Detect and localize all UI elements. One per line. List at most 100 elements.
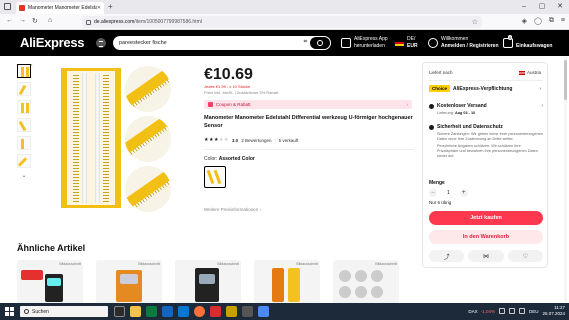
excel-icon[interactable] (146, 306, 157, 317)
tab-list-icon[interactable] (4, 3, 11, 10)
free-shipping-info[interactable]: Kostenloser Versand Lieferung: Aug 03 - … (429, 103, 543, 116)
minimize-icon[interactable]: – (515, 0, 533, 14)
app-icon[interactable] (258, 306, 269, 317)
lock-icon (86, 19, 91, 25)
similar-item-card[interactable]: Bildausschnitt (96, 260, 162, 304)
word-icon[interactable] (162, 306, 173, 317)
thumbnail[interactable] (17, 154, 31, 168)
lang-line1: DE/ (407, 36, 416, 42)
germany-flag-icon (395, 39, 404, 46)
browser-tab[interactable]: Manometer Manometer Edelstahl D ✕ (16, 2, 104, 14)
share-icon[interactable]: ⤴ (429, 250, 465, 262)
thumbnail[interactable] (17, 136, 31, 150)
page-scrollbar[interactable] (564, 56, 567, 302)
new-tab-icon[interactable]: + (108, 2, 113, 11)
similar-item-card[interactable]: Bildausschnitt (17, 260, 83, 304)
chevron-down-icon[interactable]: ⌄ (17, 172, 31, 179)
extensions-icon[interactable]: ⧉ (549, 17, 554, 25)
image-search-icon[interactable]: ⌗ (304, 39, 307, 46)
app-icon[interactable] (210, 306, 221, 317)
thumbnail[interactable] (17, 100, 31, 114)
account-icon[interactable]: ◯ (534, 17, 542, 25)
language-indicator[interactable]: DEU (529, 309, 539, 314)
address-bar[interactable]: de.aliexpress.com /item/1005007799987586… (82, 16, 482, 28)
choice-badge: Choice (429, 85, 451, 92)
security-privacy-info[interactable]: Sicherheit und Datenschutz Sichere Zahlu… (429, 124, 543, 159)
home-icon[interactable]: ⌂ (48, 17, 52, 24)
detail-circle-image (125, 116, 171, 162)
similar-item-card[interactable]: Bildausschnitt (254, 260, 320, 304)
thumbnail[interactable] (17, 64, 31, 78)
share-network-icon[interactable]: ⋈ (468, 250, 504, 262)
coupon-banner[interactable]: Coupon & Rabatt › (204, 100, 412, 109)
quantity-value[interactable]: 1 (447, 190, 450, 196)
quantity-label: Menge (429, 180, 445, 186)
menu-icon[interactable]: ≡ (561, 17, 565, 25)
more-price-info-link[interactable]: Weitere Preisinformationen › (204, 207, 261, 212)
decrease-qty-button[interactable]: – (429, 189, 437, 197)
app-line1: AliExpress App (354, 36, 388, 42)
similar-item-card[interactable]: Bildausschnitt (175, 260, 241, 304)
network-icon[interactable] (508, 308, 515, 314)
lang-line2: EUR (407, 42, 418, 49)
close-tab-icon[interactable]: ✕ (97, 5, 101, 11)
choice-commitment[interactable]: Choice AliExpress-Verpflichtung (429, 85, 512, 92)
add-to-cart-button[interactable]: In den Warenkorb (429, 230, 543, 244)
browser-toolbar-icons: ◈ ◯ ⧉ ≡ (522, 17, 565, 25)
categories-menu-icon[interactable] (96, 38, 106, 48)
bookmark-star-icon[interactable]: ☆ (472, 18, 478, 26)
chevron-right-icon: › (406, 102, 409, 107)
windows-start-icon[interactable] (5, 307, 14, 316)
star-rating-icon: ★★★★★ (204, 137, 229, 143)
search-icon (317, 40, 323, 46)
similar-items-row: Bildausschnitt Bildausschnitt Bildaussch… (17, 260, 417, 304)
ship-country-selector[interactable]: Austria (518, 70, 541, 75)
reload-icon[interactable]: ↻ (32, 17, 38, 25)
color-option[interactable] (204, 166, 226, 188)
thumbnail[interactable] (17, 118, 31, 132)
buy-now-button[interactable]: Jetzt kaufen (429, 211, 543, 225)
color-label: Color: Assorted Color (204, 156, 255, 162)
file-explorer-icon[interactable] (130, 306, 141, 317)
close-window-icon[interactable]: ✕ (551, 0, 569, 14)
chevron-up-icon[interactable] (498, 308, 505, 314)
account-menu[interactable]: Willkommen Anmelden / Registrieren (428, 36, 499, 49)
aliexpress-logo[interactable]: AliExpress (20, 35, 85, 50)
outlook-icon[interactable] (178, 306, 189, 317)
system-tray: DAX -1,04% DEU 11:27 25.07.2024 (468, 305, 565, 317)
similar-items-heading: Ähnliche Artikel (17, 243, 86, 253)
color-value: Assorted Color (218, 156, 255, 162)
search-input[interactable]: pareestecker fische ⌗ (113, 36, 331, 50)
browser-nav-bar: ← → ↻ ⌂ de.aliexpress.com /item/10050077… (0, 14, 569, 30)
app-icon[interactable] (242, 306, 253, 317)
main-product-image[interactable] (43, 64, 193, 214)
back-icon[interactable]: ← (6, 17, 13, 24)
firefox-icon[interactable] (194, 306, 205, 317)
reviews-link[interactable]: 2 Bewertungen (241, 138, 271, 143)
stock-ticker-widget[interactable]: DAX -1,04% (468, 309, 495, 314)
maximize-icon[interactable]: ▢ (533, 0, 551, 14)
volume-icon[interactable] (518, 308, 525, 314)
user-icon (428, 37, 438, 48)
chevron-up-icon[interactable]: ^ (30, 64, 32, 70)
clock[interactable]: 11:27 25.07.2024 (542, 305, 565, 317)
divider (429, 80, 543, 81)
task-view-icon[interactable] (114, 306, 125, 317)
app-icon[interactable] (226, 306, 237, 317)
search-button[interactable] (310, 37, 330, 49)
increase-qty-button[interactable]: + (459, 189, 468, 197)
thumbnail[interactable] (17, 82, 31, 96)
product-title: Manometer Manometer Edelstahl Differenti… (204, 115, 413, 129)
purchase-panel: Liefert nach Austria Choice AliExpress-V… (422, 62, 548, 268)
language-currency-selector[interactable]: DE/EUR (395, 36, 418, 49)
wishlist-heart-icon[interactable]: ♡ (507, 250, 543, 262)
forward-icon[interactable]: → (19, 17, 26, 24)
detail-circle-image (125, 166, 171, 212)
taskbar-search[interactable]: Suchen (20, 306, 108, 317)
chevron-right-icon[interactable]: › (539, 86, 541, 92)
app-download[interactable]: AliExpress App herunterladen (341, 36, 388, 49)
site-header: AliExpress pareestecker fische ⌗ AliExpr… (0, 30, 569, 56)
shield-icon[interactable]: ◈ (522, 17, 527, 25)
similar-item-card[interactable]: Bildausschnitt (333, 260, 399, 304)
tax-note: Preis inkl. MwSt. | Zusätzlicher 5% Raba… (204, 90, 279, 95)
